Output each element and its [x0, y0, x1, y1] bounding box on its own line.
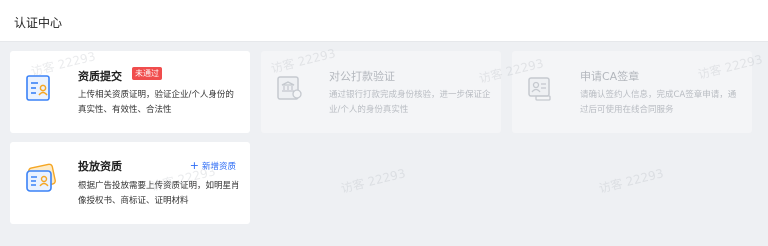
status-badge: 未通过 [132, 67, 162, 80]
card-description: 上传相关资质证明，验证企业/个人身份的真实性、有效性、合法性 [78, 90, 234, 115]
add-qualification-label: 新增资质 [201, 162, 236, 172]
ca-signature-icon [528, 77, 551, 101]
card-qualification-submit[interactable]: 资质提交 未通过 上传相关资质证明，验证企业/个人身份的真实性、有效性、合法性 [10, 51, 250, 133]
card-corporate-payment-verify: 对公打款验证 通过银行打款完成身份核验，进一步保证企业/个人的身份真实性 [261, 51, 501, 133]
card-description: 根据广告投放需要上传资质证明，如明星肖像授权书、商标证、证明材料 [78, 181, 240, 206]
id-card-icon [26, 163, 56, 192]
header-bar: 认证中心 [0, 0, 768, 42]
card-title: 对公打款验证 [329, 70, 395, 83]
card-title: 投放资质 [78, 160, 122, 173]
plus-icon: + [189, 159, 199, 172]
watermark: 访客 22293 [339, 166, 407, 196]
card-description: 通过银行打款完成身份核验，进一步保证企业/个人的身份真实性 [329, 90, 491, 115]
card-apply-ca-seal: 申请CA签章 请确认签约人信息，完成CA签章申请，通过后可使用在线合同服务 [512, 51, 752, 133]
card-title: 资质提交 [78, 70, 122, 83]
page-title: 认证中心 [14, 16, 63, 30]
bank-transfer-icon [277, 76, 302, 100]
card-ad-qualification[interactable]: 投放资质 + 新增资质 根据广告投放需要上传资质证明，如明星肖像授权书、商标证、证… [10, 142, 250, 224]
card-title: 申请CA签章 [580, 70, 640, 83]
watermark: 访客 22293 [597, 166, 665, 196]
document-profile-icon [26, 75, 50, 101]
card-description: 请确认签约人信息，完成CA签章申请，通过后可使用在线合同服务 [580, 90, 737, 115]
add-qualification-link[interactable]: + 新增资质 [190, 159, 236, 172]
